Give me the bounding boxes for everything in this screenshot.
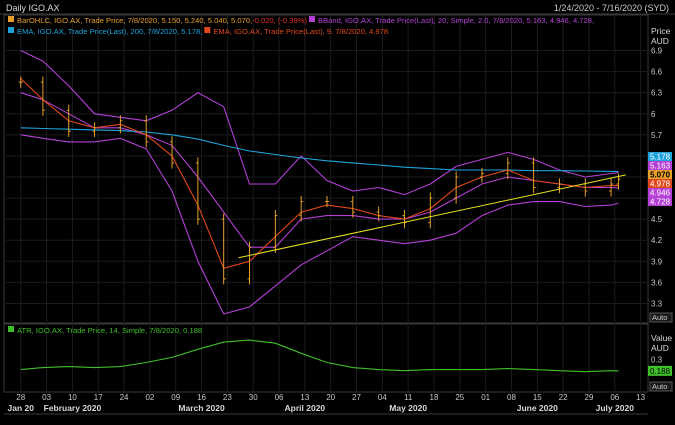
atr-auto-label: Auto [652, 382, 667, 391]
price-tick-label: 6.6 [651, 68, 663, 77]
day-tick-label: 23 [223, 393, 232, 402]
day-tick-label: 06 [610, 393, 619, 402]
legend-text: EMA, IGO.AX, Trade Price(Last), 200, 7/8… [17, 27, 202, 36]
month-label: Jan 20 [8, 403, 35, 413]
atr-legend-text: ATR, IGO.AX, Trade Price, 14, Simple, 7/… [17, 326, 202, 335]
month-label: April 2020 [285, 403, 326, 413]
price-value-tag-text: 4.728 [650, 198, 671, 207]
month-label: June 2020 [517, 403, 558, 413]
atr-axis-title: Value [651, 333, 672, 343]
price-value-tag-text: 5.163 [650, 162, 671, 171]
price-value-tag-text: 4.978 [650, 180, 671, 189]
legend-swatch [8, 326, 14, 332]
chart-title: Daily IGO.AX [6, 3, 60, 13]
chart-background [0, 0, 675, 425]
price-tick-label: 5.7 [651, 131, 663, 140]
day-tick-label: 25 [455, 393, 464, 402]
price-tick-label: 6 [651, 110, 656, 119]
month-label: July 2020 [596, 403, 635, 413]
price-tick-label: 3.9 [651, 257, 663, 266]
day-tick-label: 01 [481, 393, 490, 402]
day-tick-label: 20 [326, 393, 335, 402]
price-value-tag-text: 4.946 [650, 189, 671, 198]
price-tick-label: 4.5 [651, 215, 663, 224]
legend-text: EMA, IGO.AX, Trade Price(Last), 9, 7/8/2… [213, 27, 388, 36]
price-tick-label: 6.9 [651, 47, 663, 56]
day-tick-label: 17 [94, 393, 103, 402]
date-range: 1/24/2020 - 7/16/2020 (SYD) [554, 3, 669, 13]
day-tick-label: 28 [16, 393, 25, 402]
price-axis-title: Price [651, 26, 671, 36]
day-tick-label: 24 [120, 393, 129, 402]
day-tick-label: 22 [559, 393, 568, 402]
day-tick-label: 27 [352, 393, 361, 402]
legend-text: BarOHLC, IGO.AX, Trade Price, 7/8/2020, … [17, 16, 252, 25]
atr-axis-unit: AUD [651, 343, 669, 353]
atr-value-tag-text: 0.188 [650, 367, 671, 376]
day-tick-label: 29 [585, 393, 594, 402]
price-axis-unit: AUD [651, 36, 669, 46]
price-value-tag-text: 5.070 [650, 171, 671, 180]
legend-text: -0.020, (-0.39%) [252, 16, 307, 25]
day-tick-label: 13 [300, 393, 309, 402]
price-auto-label: Auto [652, 313, 667, 322]
day-tick-label: 13 [636, 393, 645, 402]
day-tick-label: 18 [430, 393, 439, 402]
legend-text: BBand, IGO.AX, Trade Price(Last), 20, Si… [318, 16, 594, 25]
chart-canvas: Daily IGO.AX 1/24/2020 - 7/16/2020 (SYD)… [0, 0, 675, 425]
day-tick-label: 09 [171, 393, 180, 402]
day-tick-label: 08 [507, 393, 516, 402]
day-tick-label: 15 [533, 393, 542, 402]
month-label: March 2020 [178, 403, 225, 413]
day-tick-label: 04 [378, 393, 387, 402]
price-tick-label: 6.3 [651, 89, 663, 98]
month-label: February 2020 [44, 403, 102, 413]
price-value-tag-text: 5.178 [650, 153, 671, 162]
price-tick-label: 3.3 [651, 299, 663, 308]
day-tick-label: 11 [404, 393, 413, 402]
atr-tick-label: 0.3 [651, 355, 663, 364]
day-tick-label: 03 [42, 393, 51, 402]
legend-swatch [8, 27, 14, 33]
day-tick-label: 06 [275, 393, 284, 402]
legend-swatch [8, 16, 14, 22]
day-tick-label: 16 [197, 393, 206, 402]
legend-swatch [309, 16, 315, 22]
price-tick-label: 3.6 [651, 278, 663, 287]
day-tick-label: 30 [249, 393, 258, 402]
price-tick-label: 4.2 [651, 236, 663, 245]
day-tick-label: 02 [145, 393, 154, 402]
day-tick-label: 10 [68, 393, 77, 402]
legend-swatch [204, 27, 211, 33]
month-label: May 2020 [389, 403, 427, 413]
